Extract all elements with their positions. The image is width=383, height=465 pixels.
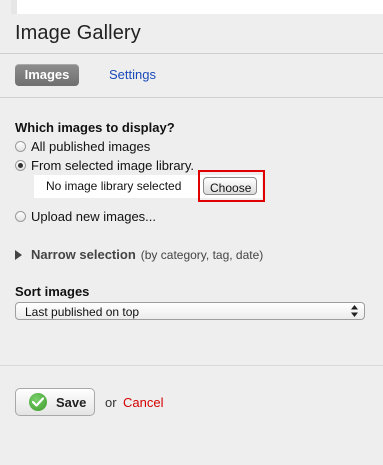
triangle-right-icon[interactable]: [15, 249, 22, 260]
narrow-selection-toggle[interactable]: Narrow selection (by category, tag, date…: [15, 247, 263, 262]
tab-settings[interactable]: Settings: [109, 67, 156, 82]
radio-upload-new[interactable]: Upload new images...: [15, 208, 156, 224]
sort-heading: Sort images: [15, 284, 90, 299]
tab-images[interactable]: Images: [15, 64, 79, 86]
display-heading: Which images to display?: [15, 120, 175, 135]
library-status-text: No image library selected: [46, 179, 182, 193]
choose-button[interactable]: Choose: [203, 177, 257, 195]
radio-label: From selected image library.: [31, 157, 195, 173]
save-button[interactable]: Save: [15, 388, 95, 416]
up-down-arrows-icon: [351, 305, 358, 317]
top-panel: [17, 0, 383, 14]
radio-label: Upload new images...: [31, 208, 157, 224]
radio-all-published[interactable]: All published images: [15, 138, 150, 154]
narrow-selection-hint: (by category, tag, date): [140, 247, 264, 262]
checkmark-icon: [29, 393, 47, 411]
radio-label: All published images: [31, 138, 151, 154]
save-label: Save: [56, 394, 87, 410]
radio-icon[interactable]: [15, 210, 26, 222]
radio-selected-library[interactable]: From selected image library.: [15, 157, 194, 173]
page-title: Image Gallery: [15, 22, 141, 44]
narrow-selection-label[interactable]: Narrow selection: [31, 247, 136, 262]
actions-divider: [0, 365, 383, 366]
radio-icon[interactable]: [15, 140, 26, 152]
title-divider: [0, 53, 383, 54]
or-text: or: [105, 395, 117, 410]
radio-icon[interactable]: [15, 159, 26, 171]
cancel-link[interactable]: Cancel: [123, 395, 163, 410]
tabs-divider: [0, 97, 383, 98]
sort-select[interactable]: Last published on top: [15, 302, 365, 320]
sort-select-value: Last published on top: [25, 305, 140, 319]
